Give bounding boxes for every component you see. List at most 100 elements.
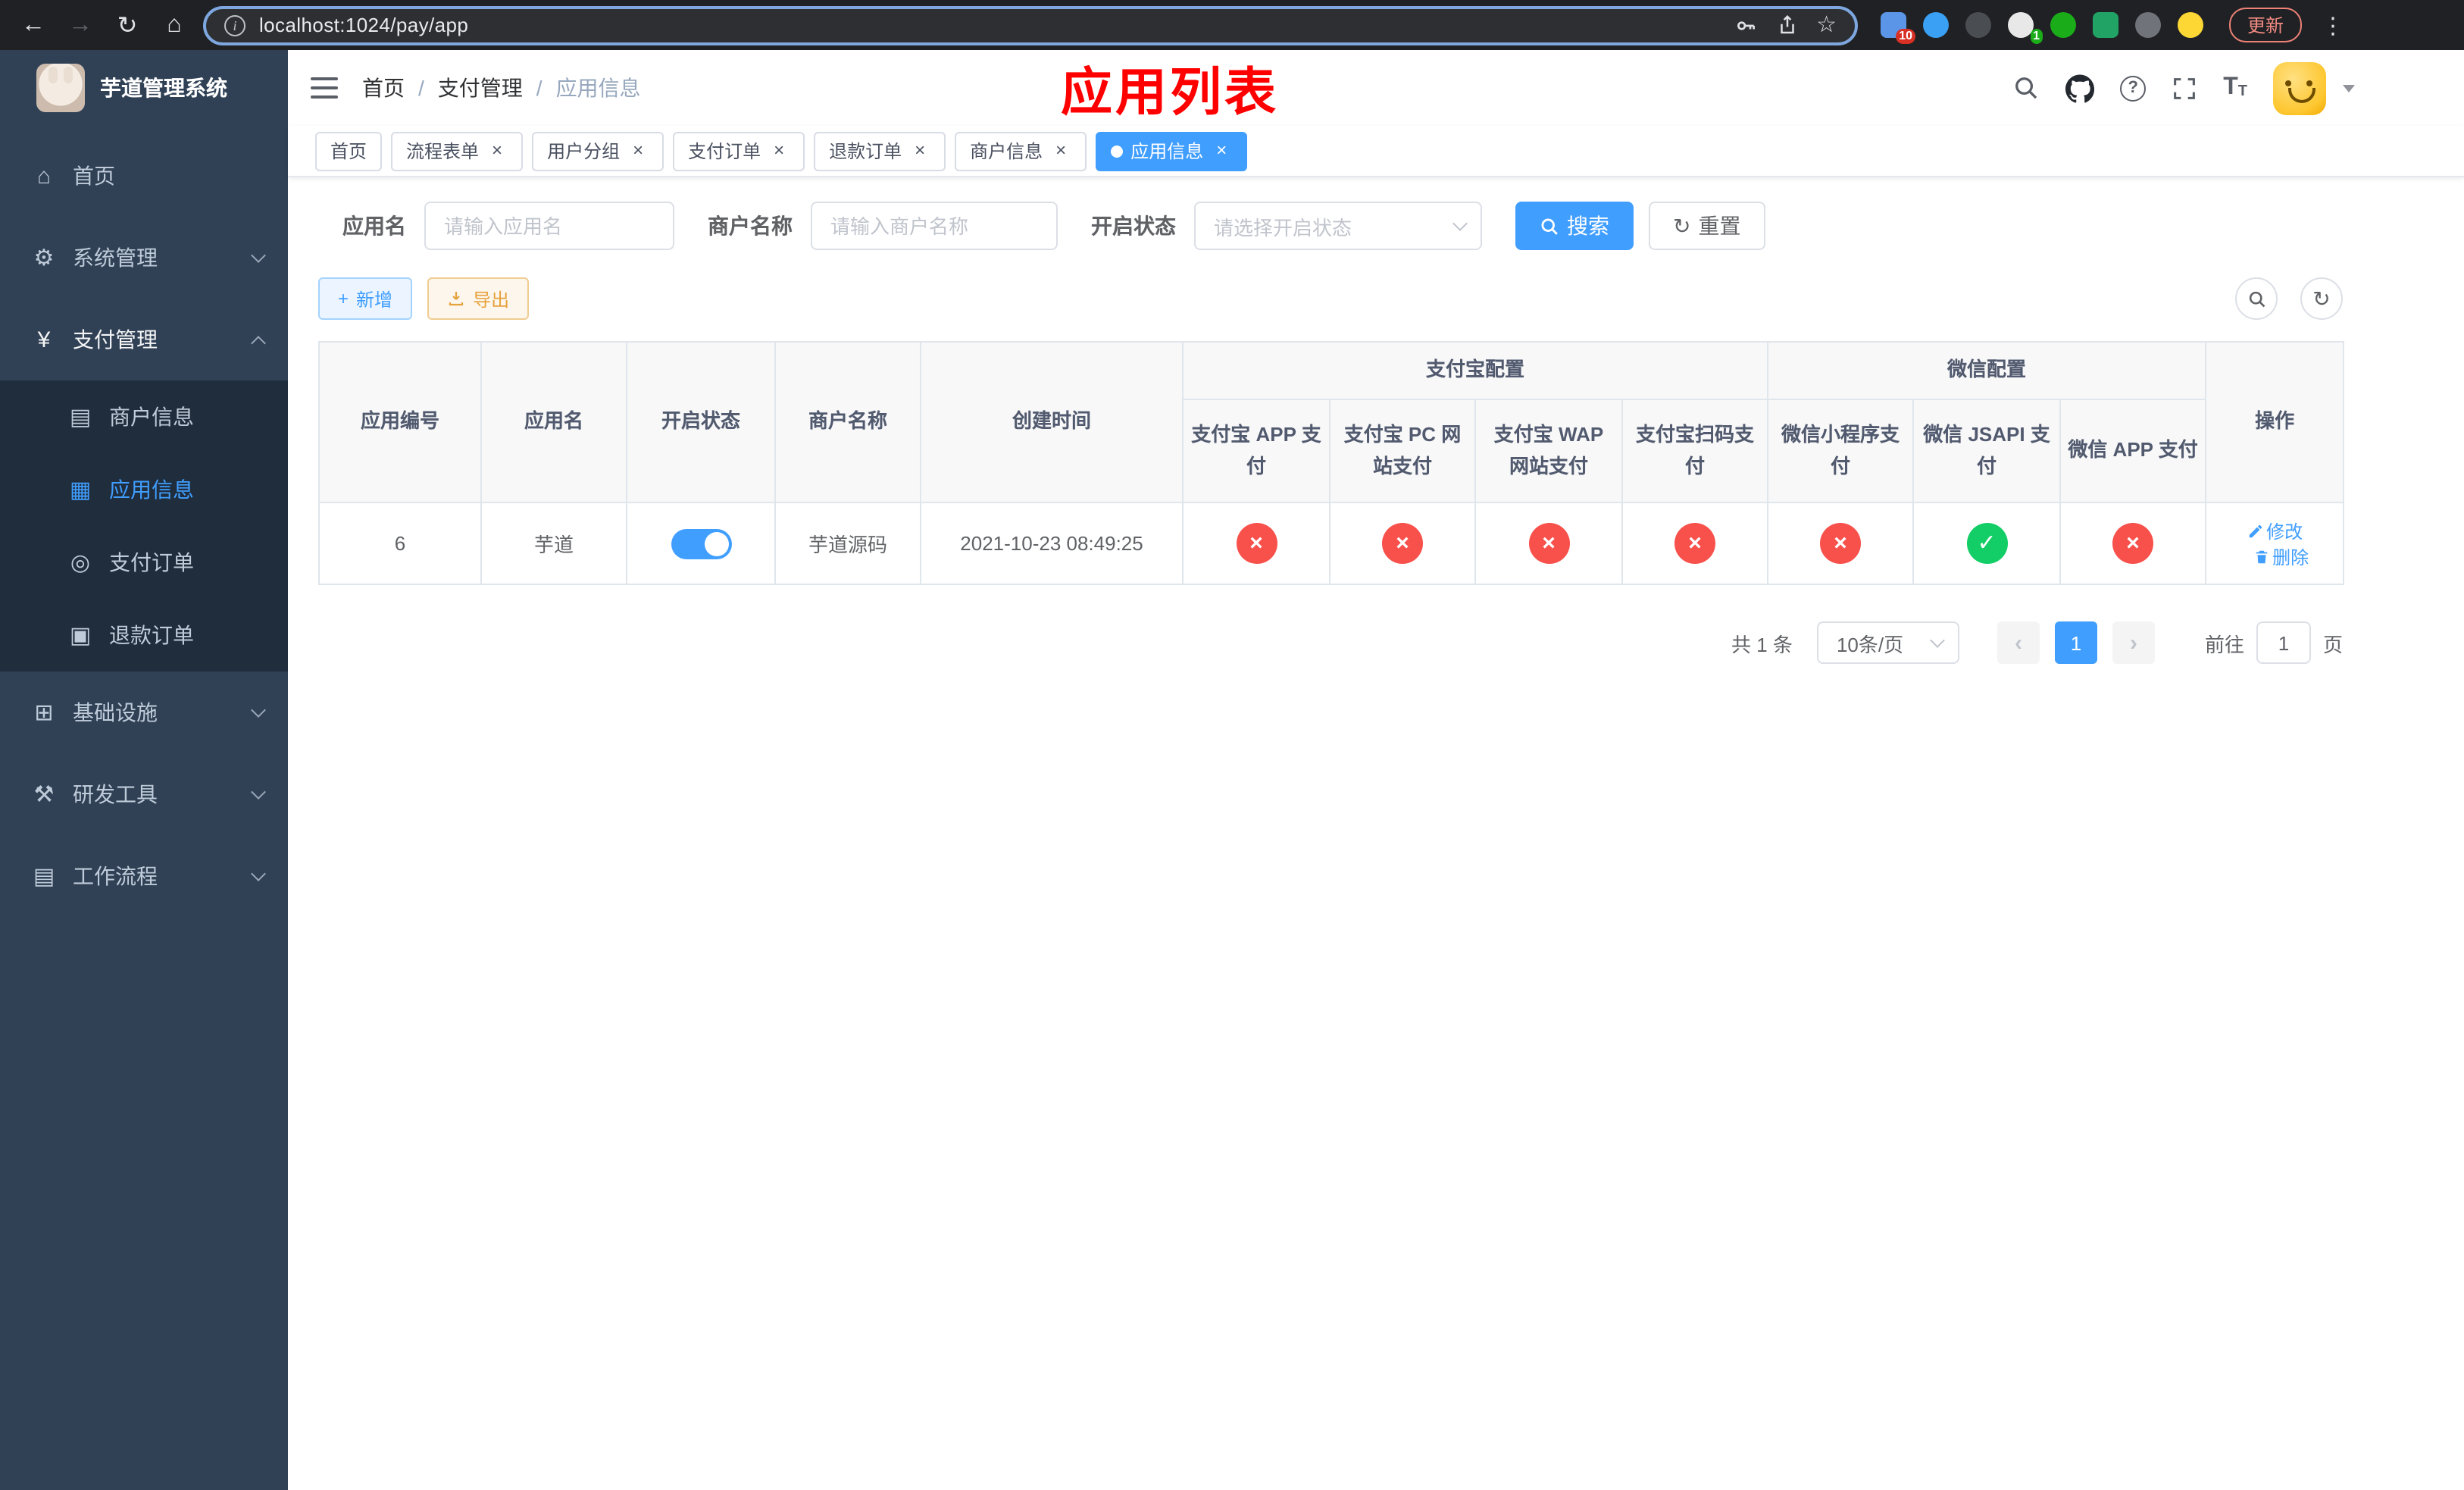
status-select[interactable]: 请选择开启状态 [1194,202,1482,250]
page-content: 应用名 商户名称 开启状态 请选择开启状态 [288,177,2464,1490]
extension-icon-8[interactable] [2178,12,2203,38]
close-icon[interactable]: × [486,139,508,161]
breadcrumb-payment[interactable]: 支付管理 [438,73,523,103]
back-icon[interactable]: ← [15,7,52,43]
tab-pay-orders[interactable]: 支付订单 × [673,131,805,171]
prev-page-button[interactable]: ‹ [1997,621,2040,664]
close-icon[interactable]: × [627,139,649,161]
tab-app-info[interactable]: 应用信息 × [1096,131,1248,171]
cell-merchant: 芋道源码 [774,502,921,585]
app-name-input[interactable] [424,202,674,250]
breadcrumb-home[interactable]: 首页 [362,73,405,103]
plus-icon: + [338,288,349,309]
search-icon[interactable] [2012,74,2040,102]
chevron-down-icon [1452,216,1468,231]
col-alipay-qr: 支付宝扫码支付 [1621,399,1769,503]
forward-icon[interactable]: → [62,7,98,43]
col-status: 开启状态 [626,341,776,503]
address-bar[interactable]: i localhost:1024/pay/app ☆ [203,5,1858,45]
page-number-1[interactable]: 1 [2054,621,2097,664]
top-navbar: 首页 / 支付管理 / 应用信息 应用列表 ? T T [288,50,2464,126]
app-name-label: 应用名 [342,214,406,238]
app-table: 应用编号 应用名 开启状态 商户名称 创建时间 支付宝配置 微信配置 操作 支付… [318,341,2345,585]
tab-user-group[interactable]: 用户分组 × [532,131,664,171]
sidebar-item-workflow[interactable]: ▤ 工作流程 [0,835,288,917]
sidebar-item-app-info[interactable]: ▦ 应用信息 [0,453,288,526]
help-icon[interactable]: ? [2120,75,2147,101]
sidebar-item-devtools[interactable]: ⚒ 研发工具 [0,753,288,835]
sidebar-item-refund-orders[interactable]: ▣ 退款订单 [0,599,288,671]
browser-menu-icon[interactable]: ⋮ [2315,11,2350,39]
add-button[interactable]: + 新增 [318,277,413,320]
sidebar-item-infra[interactable]: ⊞ 基础设施 [0,671,288,753]
cell-app-name: 芋道 [480,502,627,585]
bookmark-star-icon[interactable]: ☆ [1816,14,1837,36]
search-button[interactable]: 搜索 [1515,202,1634,250]
col-group-alipay: 支付宝配置 [1181,341,1769,400]
infra-icon: ⊞ [34,700,54,726]
avatar[interactable] [2273,61,2326,114]
sidebar-toggle-icon[interactable] [311,77,338,99]
sidebar-item-home[interactable]: ⌂ 首页 [0,135,288,217]
close-icon[interactable]: × [768,139,790,161]
close-icon[interactable]: × [909,139,930,161]
gear-icon: ⚙ [33,246,55,271]
refresh-icon: ↻ [1673,213,1691,237]
export-button[interactable]: 导出 [427,277,530,320]
table-row: 6 芋道 芋道源码 2021-10-23 08:49:25 × × × × × … [318,502,2345,585]
pagination: 共 1 条 10条/页 ‹ 1 › 前往 页 [318,621,2343,664]
sidebar-item-merchant-info[interactable]: ▤ 商户信息 [0,380,288,453]
alipay-pc-status-icon: × [1382,523,1423,564]
chevron-down-icon [251,248,266,263]
tab-home[interactable]: 首页 [315,131,383,171]
extension-icon-2[interactable] [1923,12,1949,38]
reload-icon[interactable]: ↻ [109,7,145,43]
close-icon[interactable]: × [1050,139,1071,161]
extension-icon-1[interactable]: 10 [1881,12,1915,44]
page-size-select[interactable]: 10条/页 [1816,621,1959,664]
chevron-down-icon[interactable] [2343,84,2355,92]
extension-icon-6[interactable] [2093,12,2118,38]
page-annotation: 应用列表 [1061,64,1279,122]
cell-status [626,502,776,585]
reset-button[interactable]: ↻ 重置 [1649,202,1765,250]
edit-link[interactable]: 修改 [2247,518,2303,543]
app-title: 芋道管理系统 [100,76,227,100]
share-icon[interactable] [1775,14,1798,36]
sidebar-item-pay-orders[interactable]: ◎ 支付订单 [0,526,288,599]
alipay-wap-status-icon: × [1528,523,1569,564]
chrome-update-button[interactable]: 更新 [2229,8,2303,42]
col-merchant: 商户名称 [774,341,921,503]
extension-icon-5[interactable] [2050,12,2076,38]
home-icon[interactable]: ⌂ [156,7,192,43]
tab-refund-orders[interactable]: 退款订单 × [814,131,946,171]
goto-page-input[interactable] [2256,621,2311,664]
refresh-table-button[interactable]: ↻ [2300,277,2343,320]
col-alipay-pc: 支付宝 PC 网站支付 [1329,399,1476,503]
enabled-switch[interactable] [671,528,731,559]
extension-icon-3[interactable] [1965,12,1991,38]
fullscreen-icon[interactable] [2172,75,2197,101]
extension-icon-7[interactable] [2135,12,2161,38]
chevron-up-icon [251,335,266,350]
status-label: 开启状态 [1091,214,1176,238]
tab-process-form[interactable]: 流程表单 × [391,131,524,171]
tab-merchant-info[interactable]: 商户信息 × [955,131,1087,171]
goto-label: 前往 [2204,633,2244,656]
sidebar-item-system[interactable]: ⚙ 系统管理 [0,217,288,299]
delete-link[interactable]: 删除 [2253,543,2309,569]
github-icon[interactable] [2065,74,2095,102]
password-key-icon[interactable] [1733,13,1757,37]
extension-icon-4[interactable]: 1 [2008,12,2043,44]
breadcrumb: 首页 / 支付管理 / 应用信息 [362,73,641,103]
font-size-icon[interactable]: TT [2223,75,2247,100]
card-icon: ▤ [69,405,92,430]
merchant-name-input[interactable] [811,202,1058,250]
yen-icon: ¥ [37,327,51,352]
site-info-icon[interactable]: i [224,14,245,36]
next-page-button[interactable]: › [2112,621,2155,664]
sidebar-logo[interactable]: 芋道管理系统 [0,50,288,126]
toggle-search-button[interactable] [2235,277,2278,320]
sidebar-item-payment[interactable]: ¥ 支付管理 [0,299,288,380]
close-icon[interactable]: × [1211,139,1232,161]
